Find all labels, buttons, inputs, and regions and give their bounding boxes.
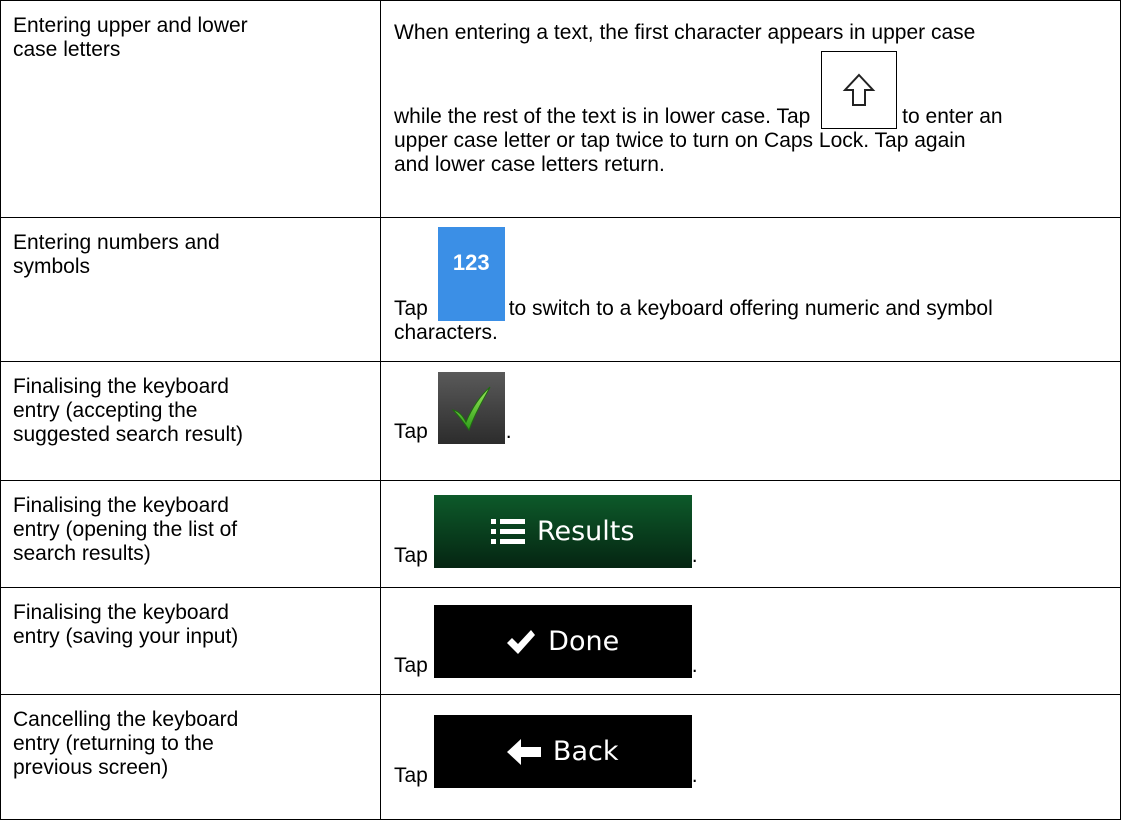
- label-line: Entering upper and lower: [13, 14, 248, 37]
- label-line: entry (opening the list of: [13, 518, 238, 541]
- label-line: Entering numbers and: [13, 231, 220, 254]
- done-button-label: Done: [548, 625, 620, 657]
- action-label: Entering numbers and symbols: [0, 217, 381, 362]
- left-arrow-icon: [506, 738, 541, 765]
- table-row: Finalising the keyboard entry (opening t…: [0, 480, 1121, 588]
- shift-arrow-icon: [842, 73, 876, 106]
- action-label: Cancelling the keyboard entry (returning…: [0, 694, 381, 820]
- table-row: Entering upper and lower case letters Wh…: [0, 0, 1121, 218]
- back-button[interactable]: Back: [433, 715, 692, 788]
- action-label: Finalising the keyboard entry (opening t…: [0, 480, 381, 588]
- action-description: Tap Back .: [380, 694, 1121, 820]
- action-description: When entering a text, the first characte…: [380, 0, 1121, 218]
- checkmark-icon: [507, 629, 536, 654]
- action-label: Entering upper and lower case letters: [0, 0, 381, 218]
- list-icon: [490, 518, 525, 544]
- desc-line: and lower case letters return.: [394, 153, 665, 176]
- period-text: .: [691, 654, 698, 677]
- tap-text: Tap: [394, 544, 428, 567]
- desc-line: When entering a text, the first characte…: [394, 21, 976, 44]
- tap-text: Tap: [394, 764, 428, 787]
- done-button[interactable]: Done: [433, 605, 692, 678]
- results-button[interactable]: Results: [433, 495, 692, 568]
- back-button-label: Back: [552, 735, 619, 767]
- label-line: Finalising the keyboard: [13, 601, 229, 624]
- action-description: Tap Results .: [380, 480, 1121, 588]
- table-row: Finalising the keyboard entry (accepting…: [0, 361, 1121, 481]
- table-row: Entering numbers and symbols Tap 123 to …: [0, 217, 1121, 362]
- desc-text: to enter an: [902, 105, 1003, 128]
- desc-line: characters.: [394, 321, 498, 344]
- tap-text: Tap: [394, 654, 428, 677]
- label-line: entry (saving your input): [13, 625, 239, 648]
- action-description: Tap 123 to switch to a keyboard offering…: [380, 217, 1121, 362]
- label-line: Finalising the keyboard: [13, 375, 229, 398]
- action-label: Finalising the keyboard entry (accepting…: [0, 361, 381, 481]
- label-line: case letters: [13, 38, 121, 61]
- table-row: Cancelling the keyboard entry (returning…: [0, 694, 1121, 820]
- table-row: Finalising the keyboard entry (saving yo…: [0, 587, 1121, 695]
- label-line: entry (accepting the: [13, 399, 198, 422]
- results-button-label: Results: [536, 515, 635, 547]
- action-description: Tap Done .: [380, 587, 1121, 695]
- desc-text: to switch to a keyboard offering numeric…: [508, 297, 993, 320]
- numeric-keyboard-button[interactable]: 123: [437, 227, 505, 321]
- period-text: .: [691, 544, 698, 567]
- green-checkmark-icon: [451, 386, 491, 432]
- keyboard-instructions-table: Entering upper and lower case letters Wh…: [0, 0, 1121, 820]
- label-line: symbols: [13, 255, 91, 278]
- desc-text: while the rest of the text is in lower c…: [394, 105, 811, 128]
- period-text: .: [691, 764, 698, 787]
- action-label: Finalising the keyboard entry (saving yo…: [0, 587, 381, 695]
- label-line: suggested search result): [13, 423, 243, 446]
- shift-key-button[interactable]: [821, 51, 898, 129]
- tap-text: Tap: [394, 297, 428, 320]
- accept-button[interactable]: [437, 372, 505, 444]
- label-line: Finalising the keyboard: [13, 494, 229, 517]
- label-line: Cancelling the keyboard: [13, 708, 239, 731]
- tap-text: Tap: [394, 420, 428, 443]
- action-description: Tap .: [380, 361, 1121, 481]
- label-line: previous screen): [13, 756, 169, 779]
- desc-line: upper case letter or tap twice to turn o…: [394, 129, 966, 152]
- label-line: search results): [13, 542, 151, 565]
- period-text: .: [505, 420, 512, 443]
- label-line: entry (returning to the: [13, 732, 214, 755]
- numeric-button-label: 123: [452, 250, 490, 275]
